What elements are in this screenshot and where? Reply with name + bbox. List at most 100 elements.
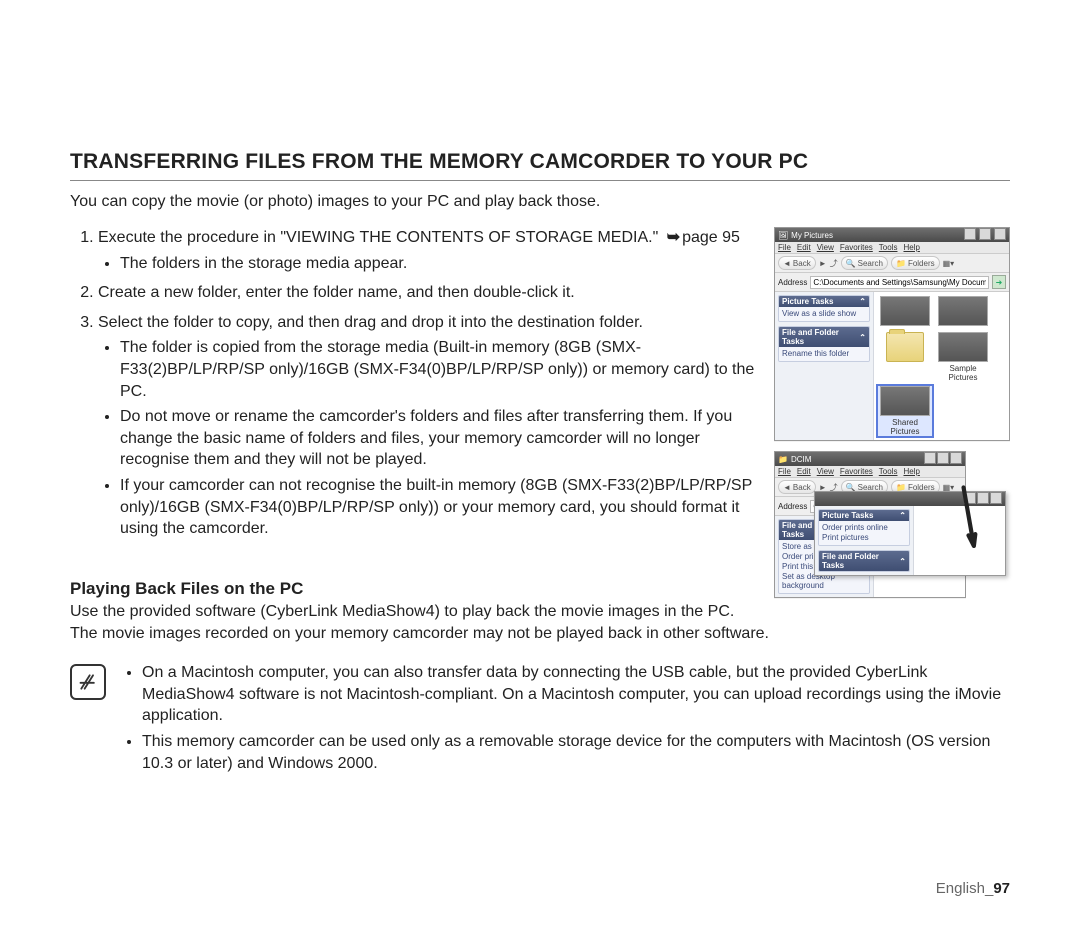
- thumb-icon: [880, 296, 930, 326]
- page-footer: English_97: [936, 880, 1010, 897]
- folders-icon: 📁: [896, 259, 906, 268]
- explorer-body: Picture Tasks ⌃ View as a slide show File…: [775, 292, 1009, 440]
- step-3: Select the folder to copy, and then drag…: [98, 312, 760, 540]
- note-row: On a Macintosh computer, you can also tr…: [70, 662, 1010, 778]
- menu-file: File: [778, 467, 791, 476]
- picture-tasks-panel: Picture Tasks ⌃ View as a slide show: [778, 295, 870, 322]
- intro-paragraph: You can copy the movie (or photo) images…: [70, 193, 1010, 211]
- window-my-pictures: 🖼My Pictures File Edit View Favorites To…: [774, 227, 1010, 441]
- thumb-icon: [938, 332, 988, 362]
- note-list: On a Macintosh computer, you can also tr…: [120, 662, 1010, 778]
- close-icon: [950, 452, 962, 464]
- minimize-icon: [964, 228, 976, 240]
- section-heading: TRANSFERRING FILES FROM THE MEMORY CAMCO…: [70, 150, 1010, 181]
- shared-pictures-label: Shared Pictures: [878, 418, 932, 436]
- menu-tools: Tools: [879, 243, 898, 252]
- steps-and-figures-row: Execute the procedure in "VIEWING THE CO…: [70, 227, 1010, 561]
- footer-page-number: 97: [993, 880, 1010, 897]
- menubar: File Edit View Favorites Tools Help: [775, 466, 965, 478]
- window-title: My Pictures: [791, 231, 833, 240]
- menubar: File Edit View Favorites Tools Help: [775, 242, 1009, 254]
- steps-list: Execute the procedure in "VIEWING THE CO…: [70, 227, 760, 540]
- playback-text-2: The movie images recorded on your memory…: [70, 623, 1010, 645]
- folder-icon: [886, 332, 924, 362]
- playback-text-1: Use the provided software (CyberLink Med…: [70, 601, 1010, 623]
- step-3-bullet-1: The folder is copied from the storage me…: [120, 337, 760, 402]
- search-button: 🔍Search: [841, 256, 888, 270]
- shared-pictures-item: Shared Pictures: [878, 386, 932, 436]
- file-folder-tasks-panel: File and Folder Tasks⌃ Rename this folde…: [778, 326, 870, 362]
- search-label: Search: [858, 259, 883, 268]
- back-arrow-icon: ◄: [783, 259, 791, 268]
- chevron-icon: ⌃: [899, 511, 906, 520]
- window-controls: [923, 452, 962, 466]
- task-slideshow: View as a slide show: [782, 309, 866, 318]
- file-pane: Sample Pictures Shared Pictures: [874, 292, 1009, 440]
- step-1: Execute the procedure in "VIEWING THE CO…: [98, 227, 760, 274]
- go-icon: ➜: [992, 275, 1006, 289]
- step-2-text: Create a new folder, enter the folder na…: [98, 284, 575, 301]
- back-label: Back: [793, 259, 811, 268]
- menu-view: View: [817, 467, 834, 476]
- task-item: Print pictures: [822, 533, 906, 542]
- chevron-icon: ⌃: [859, 333, 866, 342]
- menu-edit: Edit: [797, 243, 811, 252]
- thumb-item: [878, 296, 932, 328]
- menu-favorites: Favorites: [840, 243, 873, 252]
- note-icon: [70, 664, 106, 700]
- task-rename: Rename this folder: [782, 349, 866, 358]
- step-1-text-b: page 95: [682, 229, 740, 246]
- footer-lang: English: [936, 880, 985, 897]
- manual-page: TRANSFERRING FILES FROM THE MEMORY CAMCO…: [0, 0, 1080, 933]
- back-label: Back: [793, 483, 811, 492]
- folder-glyph-icon: 🖼: [778, 231, 788, 240]
- picture-tasks-header: Picture Tasks: [782, 297, 833, 306]
- side-panel: Picture Tasks ⌃ View as a slide show File…: [775, 292, 874, 440]
- address-label: Address: [778, 278, 807, 287]
- folders-label: Folders: [908, 259, 935, 268]
- address-input: [810, 276, 989, 289]
- menu-edit: Edit: [797, 467, 811, 476]
- menu-help: Help: [903, 467, 919, 476]
- maximize-icon: [937, 452, 949, 464]
- page-ref-arrow-icon: ➥: [667, 227, 680, 249]
- address-label: Address: [778, 502, 807, 511]
- file-folder-tasks-panel: File and Folder Tasks⌃: [818, 550, 910, 572]
- note-2: This memory camcorder can be used only a…: [142, 731, 1010, 774]
- folders-button: 📁Folders: [891, 256, 940, 270]
- titlebar: 🖼My Pictures: [775, 228, 1009, 242]
- step-3-bullet-2: Do not move or rename the camcorder's fo…: [120, 406, 760, 471]
- fft-header: File and Folder Tasks: [822, 552, 899, 570]
- dcim-windows-wrap: 📁DCIM File Edit View Favorites Tools Hel…: [774, 451, 1010, 561]
- step-3-bullet-3: If your camcorder can not recognise the …: [120, 475, 760, 540]
- titlebar: 📁DCIM: [775, 452, 965, 466]
- back-button: ◄Back: [778, 480, 816, 494]
- menu-favorites: Favorites: [840, 467, 873, 476]
- views-icon: ▦▾: [943, 259, 955, 268]
- toolbar: ◄Back ► ⤴ 🔍Search 📁Folders ▦▾: [775, 254, 1009, 273]
- sample-pictures-label: Sample Pictures: [936, 364, 990, 382]
- window-title: DCIM: [791, 455, 811, 464]
- steps-column: Execute the procedure in "VIEWING THE CO…: [70, 227, 760, 556]
- menu-help: Help: [903, 243, 919, 252]
- task-item: Order prints online: [822, 523, 906, 532]
- fft-header: File and Folder Tasks: [782, 328, 859, 346]
- up-icon: ⤴: [830, 258, 838, 269]
- menu-tools: Tools: [879, 467, 898, 476]
- picture-tasks-header: Picture Tasks: [822, 511, 873, 520]
- step-1-text-a: Execute the procedure in "VIEWING THE CO…: [98, 229, 663, 246]
- step-2: Create a new folder, enter the folder na…: [98, 282, 760, 304]
- chevron-icon: ⌃: [899, 557, 906, 566]
- step-3-text: Select the folder to copy, and then drag…: [98, 314, 643, 331]
- back-button: ◄Back: [778, 256, 816, 270]
- back-arrow-icon: ◄: [783, 483, 791, 492]
- thumb-icon: [880, 386, 930, 416]
- maximize-icon: [979, 228, 991, 240]
- chevron-icon: ⌃: [859, 297, 866, 306]
- menu-file: File: [778, 243, 791, 252]
- address-bar: Address ➜: [775, 273, 1009, 292]
- note-1: On a Macintosh computer, you can also tr…: [142, 662, 1010, 727]
- folder-item: [878, 332, 932, 382]
- forward-arrow-icon: ►: [819, 259, 827, 268]
- folder-glyph-icon: 📁: [778, 455, 788, 464]
